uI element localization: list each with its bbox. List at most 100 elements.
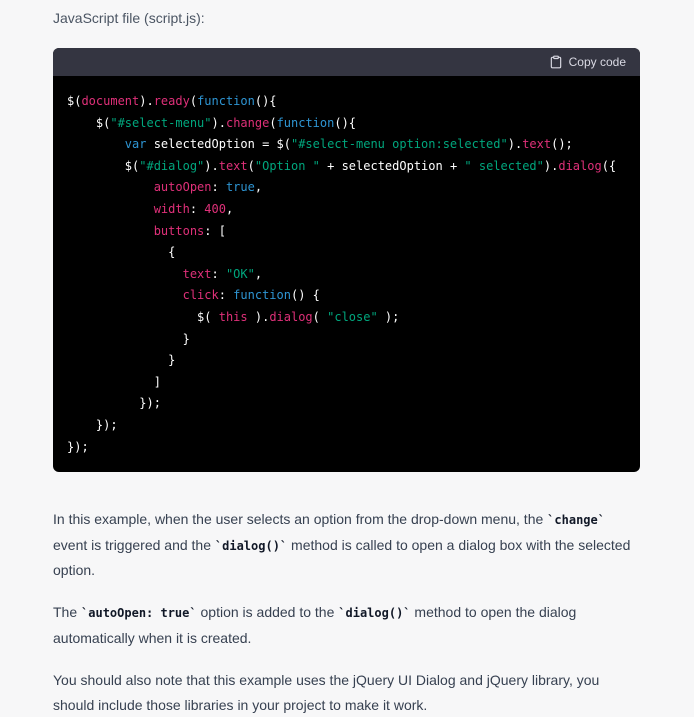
code-token: text (522, 137, 552, 152)
code-token: , (254, 266, 263, 281)
code-token: "Option " (254, 158, 320, 173)
code-token: }); (67, 396, 161, 411)
code-token: $( (67, 94, 82, 108)
code-content: $(document).ready(function(){ $("#select… (53, 76, 640, 458)
code-token: { (67, 245, 176, 260)
code-token: dialog (269, 309, 313, 324)
code-token: } (67, 331, 190, 346)
code-block: Copy code $(document).ready(function(){ … (53, 48, 640, 472)
code-token: (){ (334, 115, 357, 130)
code-token: "#select-menu option:selected" (290, 137, 508, 152)
code-token: : (211, 180, 226, 195)
code-line: autoOpen: true, (67, 177, 640, 199)
code-token: function (197, 94, 255, 108)
code-token: ). (211, 115, 226, 130)
code-token: , (225, 201, 234, 216)
clipboard-icon (549, 55, 563, 69)
code-token: function (233, 288, 291, 303)
code-token: text (182, 266, 212, 281)
code-token: : (211, 266, 226, 281)
inline-code: `autoOpen: true` (81, 606, 197, 620)
code-token: change (225, 115, 270, 130)
code-token: (){ (254, 94, 277, 108)
code-token: $( (67, 309, 219, 324)
code-line: ] (67, 372, 640, 394)
code-token: 400 (204, 201, 226, 216)
code-token: ). (139, 94, 154, 108)
code-line: click: function() { (67, 285, 640, 307)
code-token: click (182, 288, 219, 303)
code-line: text: "OK", (67, 264, 640, 286)
code-token: function (276, 115, 335, 130)
code-token: text (218, 158, 248, 173)
code-token: , (254, 180, 263, 195)
code-token: var (124, 137, 147, 152)
code-line: }); (67, 437, 640, 459)
paragraph-text: You should also note that this example u… (53, 672, 600, 713)
code-token: ); (377, 309, 400, 324)
code-token: ). (204, 158, 219, 173)
code-token: ( (247, 158, 255, 173)
inline-code: `dialog()` (338, 606, 411, 620)
copy-code-button[interactable]: Copy code (549, 55, 626, 69)
code-token: autoOpen (153, 180, 212, 195)
code-token: selectedOption = $( (146, 137, 291, 152)
code-caption: JavaScript file (script.js): (53, 10, 205, 26)
code-line: }); (67, 393, 640, 415)
paragraph-text: In this example, when the user selects a… (53, 511, 548, 527)
code-token: dialog (558, 158, 602, 173)
code-token: $( (67, 115, 111, 130)
explanation-paragraph: In this example, when the user selects a… (53, 507, 633, 583)
code-token: () { (290, 288, 320, 303)
code-token: ] (67, 374, 161, 389)
inline-code: `change` (547, 513, 605, 527)
code-token: buttons (153, 223, 205, 238)
code-token: } (67, 353, 176, 368)
code-token: : [ (204, 223, 226, 238)
code-token: "OK" (225, 266, 255, 281)
code-line: }); (67, 415, 640, 437)
paragraph-text: The (53, 604, 82, 620)
code-token: }); (67, 417, 118, 432)
code-token: ). (543, 158, 559, 173)
code-token: true (225, 180, 255, 195)
code-token: + selectedOption + (319, 158, 465, 173)
inline-code: `dialog()` (214, 538, 288, 553)
code-token: ( (269, 115, 277, 130)
code-token: ( (189, 94, 198, 108)
code-token: "#select-menu" (110, 115, 212, 130)
code-line: } (67, 350, 640, 372)
code-token: document (81, 94, 140, 108)
code-line: var selectedOption = $("#select-menu opt… (67, 134, 640, 156)
code-line: $("#select-menu").change(function(){ (67, 113, 640, 135)
code-token: this (218, 309, 248, 324)
code-token: : (189, 201, 205, 216)
code-line: $(document).ready(function(){ (67, 91, 640, 113)
code-token: ( (312, 309, 328, 324)
code-token: width (153, 201, 190, 216)
code-line: } (67, 329, 640, 351)
code-token: ). (247, 309, 270, 324)
code-token: ready (153, 94, 190, 108)
copy-code-label: Copy code (568, 55, 626, 69)
code-token: "#dialog" (139, 158, 205, 173)
code-token: "close" (327, 309, 378, 324)
code-line: { (67, 242, 640, 264)
paragraph-text: option is added to the (196, 604, 339, 620)
explanation-paragraph: You should also note that this example u… (53, 668, 633, 717)
code-line: $( this ).dialog( "close" ); (67, 307, 640, 329)
code-token: ({ (601, 158, 617, 173)
code-token: ). (507, 137, 523, 152)
code-token: }); (67, 439, 89, 454)
code-token: (); (551, 137, 573, 152)
code-token: : (218, 288, 234, 303)
code-token: " selected" (464, 158, 544, 173)
explanation-paragraph: The `autoOpen: true` option is added to … (53, 600, 633, 650)
paragraph-text: event is triggered and the (53, 536, 215, 553)
